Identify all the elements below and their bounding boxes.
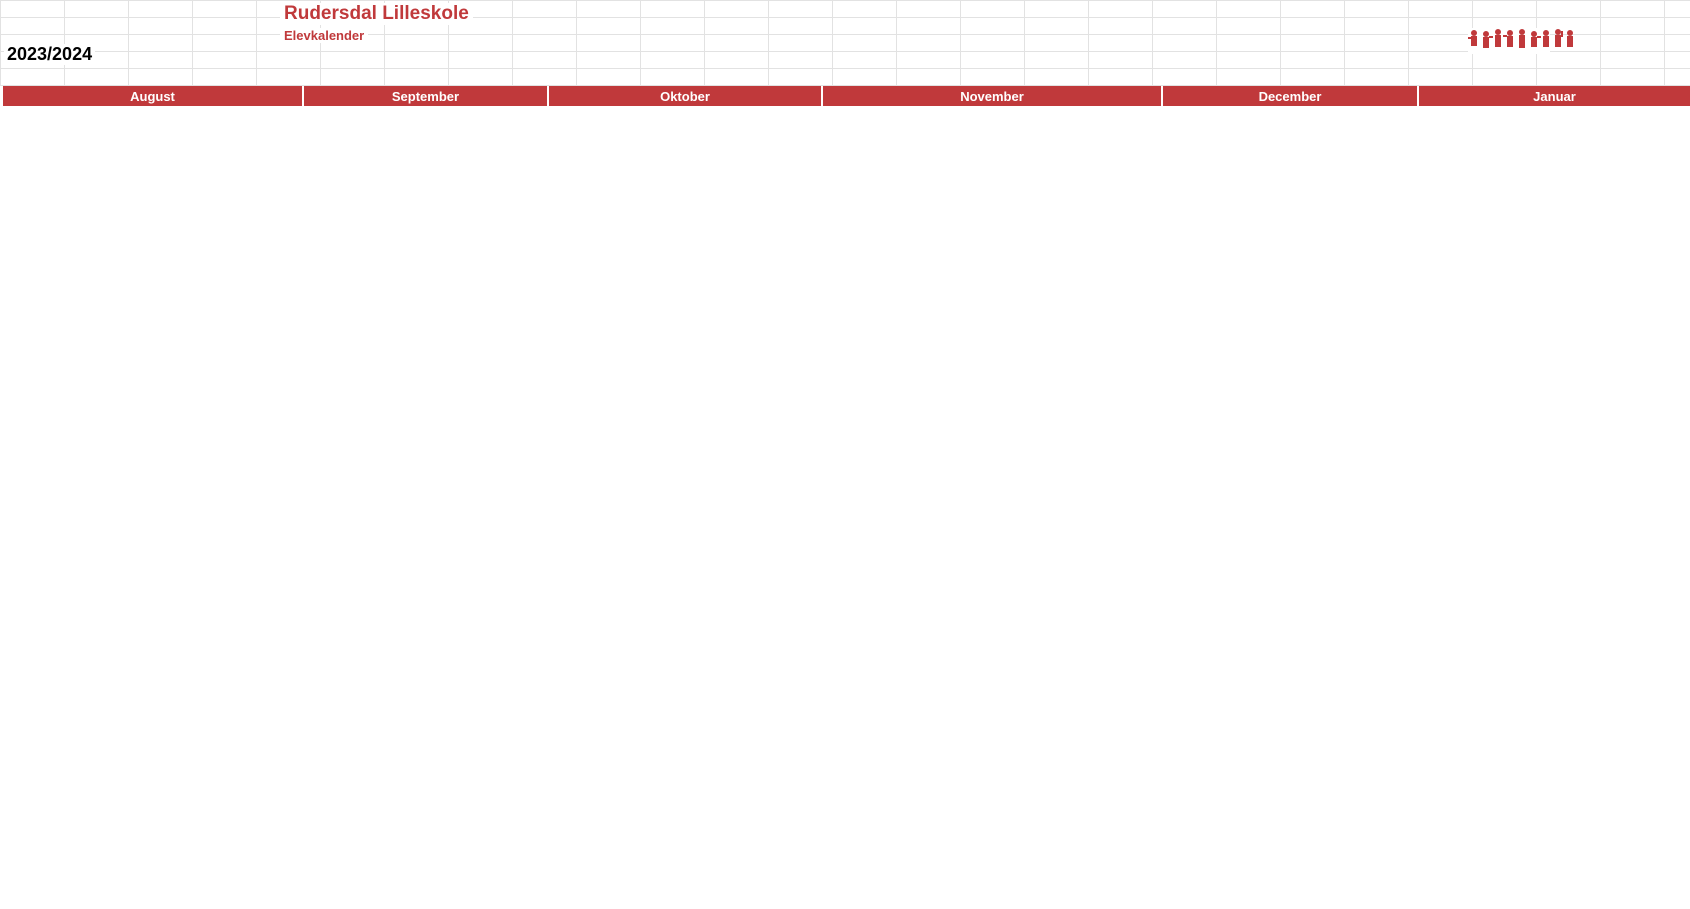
school-name: Rudersdal Lilleskole — [280, 3, 473, 25]
calendar-subtitle: Elevkalender — [280, 28, 369, 43]
month-header-september: September — [302, 86, 548, 106]
spreadsheet-grid — [0, 0, 1690, 86]
month-header-oktober: Oktober — [547, 86, 822, 106]
month-header-august: August — [1, 86, 303, 106]
school-year: 2023/2024 — [4, 44, 96, 65]
month-header-november: November — [821, 86, 1162, 106]
children-silhouettes-logo — [1468, 28, 1573, 54]
school-calendar-table: August September Oktober November Decemb… — [1, 86, 1690, 106]
month-header-december: December — [1161, 86, 1418, 106]
month-header-januar: Januar — [1417, 86, 1690, 106]
